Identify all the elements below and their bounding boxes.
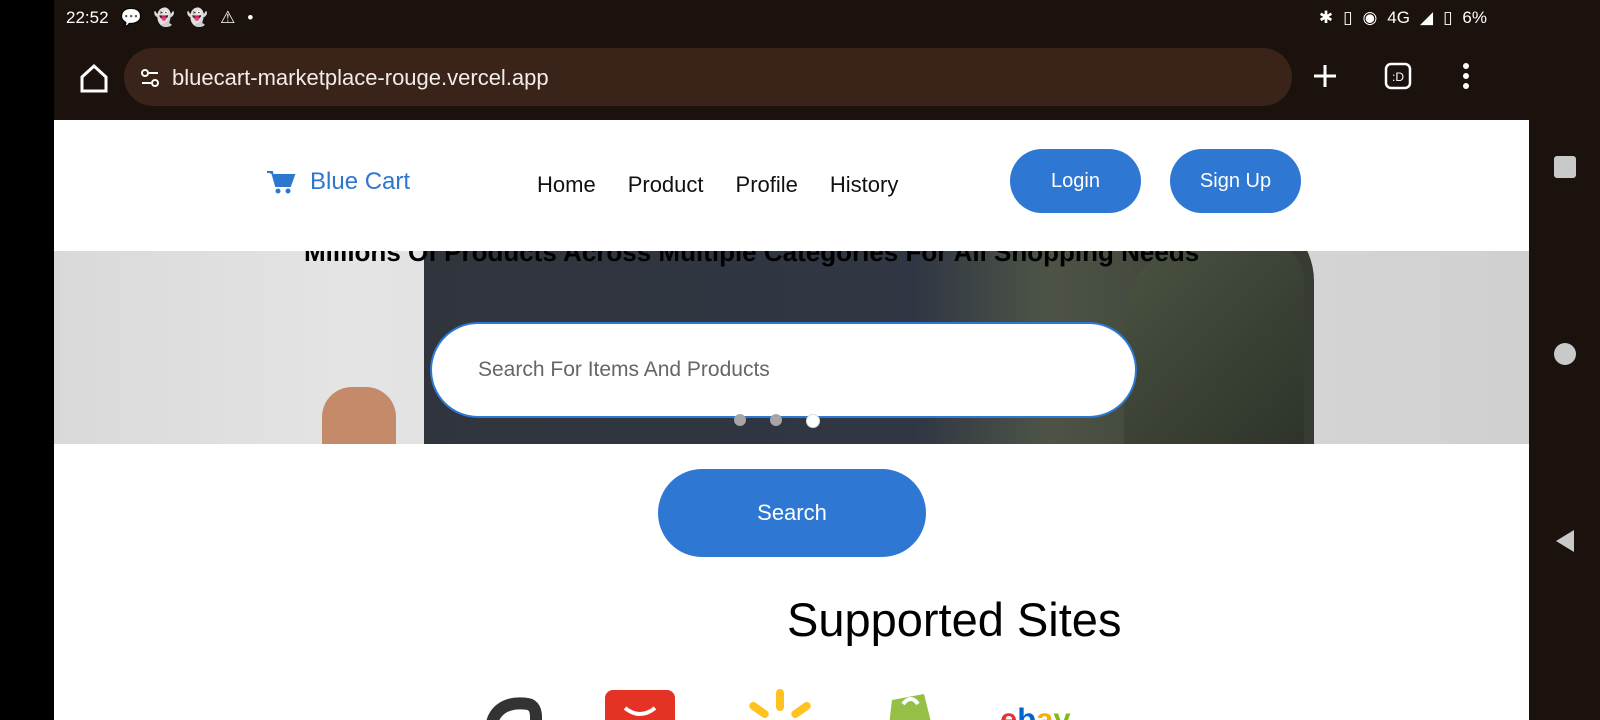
signup-button[interactable]: Sign Up xyxy=(1170,149,1301,213)
network-label: 4G xyxy=(1387,8,1410,27)
nav-history[interactable]: History xyxy=(830,172,898,198)
home-button[interactable] xyxy=(74,58,114,98)
svg-text:ebay: ebay xyxy=(1000,702,1071,720)
home-icon xyxy=(80,63,108,93)
webpage: Blue Cart Home Product Profile History L… xyxy=(54,120,1529,720)
brand-name: Blue Cart xyxy=(310,168,411,195)
carousel-dot-active[interactable] xyxy=(806,414,820,428)
snapchat-icon: 👻 xyxy=(186,8,209,27)
shopping-cart-icon xyxy=(267,171,296,194)
svg-text::D: :D xyxy=(1392,70,1404,84)
hotspot-icon: ◉ xyxy=(1362,8,1378,27)
browser-bar: bluecart-marketplace-rouge.vercel.app :D xyxy=(54,36,1529,120)
site-navbar: Blue Cart Home Product Profile History L… xyxy=(54,120,1529,251)
brand-logo[interactable]: Blue Cart xyxy=(266,168,410,196)
tab-icon: :D xyxy=(1384,62,1412,90)
hero-image-arm xyxy=(1124,251,1304,444)
chat-icon: 💬 xyxy=(120,8,142,27)
amazon-logo-icon[interactable] xyxy=(466,684,552,720)
android-navigation-bar xyxy=(1529,0,1600,720)
browser-menu-button[interactable] xyxy=(1446,56,1486,96)
nav-links: Home Product Profile History xyxy=(537,172,898,198)
home-nav-icon[interactable] xyxy=(1552,341,1578,367)
back-nav-icon[interactable] xyxy=(1552,528,1578,554)
nav-profile[interactable]: Profile xyxy=(736,172,798,198)
dot-icon: • xyxy=(247,8,254,27)
signal-icon: ◢ xyxy=(1419,8,1434,27)
more-vertical-icon xyxy=(1463,63,1469,89)
snapchat-icon: 👻 xyxy=(153,8,175,27)
address-bar[interactable]: bluecart-marketplace-rouge.vercel.app xyxy=(124,48,1292,106)
hero-image-hand xyxy=(322,387,396,444)
url-text: bluecart-marketplace-rouge.vercel.app xyxy=(172,65,549,90)
shopify-logo-icon[interactable] xyxy=(876,684,962,720)
plus-icon xyxy=(1314,65,1336,87)
recent-apps-icon[interactable] xyxy=(1552,154,1578,180)
login-button[interactable]: Login xyxy=(1010,149,1141,213)
status-bar: 22:52 💬 👻 👻 ⚠ • ✱ ▯ ◉ 4G ◢ ▯ 6% xyxy=(54,0,1529,36)
product-search-input[interactable] xyxy=(430,322,1137,418)
hero-banner: Millions Of Products Across Multiple Cat… xyxy=(54,251,1529,444)
carousel-dot[interactable] xyxy=(734,414,746,426)
bluetooth-icon: ✱ xyxy=(1318,8,1334,27)
aliexpress-logo-icon[interactable] xyxy=(605,684,691,720)
nav-product[interactable]: Product xyxy=(628,172,704,198)
new-tab-button[interactable] xyxy=(1305,56,1345,96)
walmart-logo-icon[interactable] xyxy=(736,684,822,720)
search-button[interactable]: Search xyxy=(658,469,926,557)
carousel-dots xyxy=(734,414,820,428)
ebay-logo-icon[interactable]: ebay xyxy=(1000,684,1086,720)
status-time: 22:52 xyxy=(66,8,109,27)
vibrate-icon: ▯ xyxy=(1343,8,1353,27)
battery-icon: ▯ xyxy=(1443,8,1453,27)
site-info-icon[interactable] xyxy=(138,66,162,90)
battery-label: 6% xyxy=(1462,8,1487,27)
alert-icon: ⚠ xyxy=(220,8,236,27)
tab-switcher-button[interactable]: :D xyxy=(1378,56,1418,96)
carousel-dot[interactable] xyxy=(770,414,782,426)
hero-tagline: Millions Of Products Across Multiple Cat… xyxy=(304,251,1200,267)
nav-home[interactable]: Home xyxy=(537,172,596,198)
supported-sites-title: Supported Sites xyxy=(787,593,1122,646)
